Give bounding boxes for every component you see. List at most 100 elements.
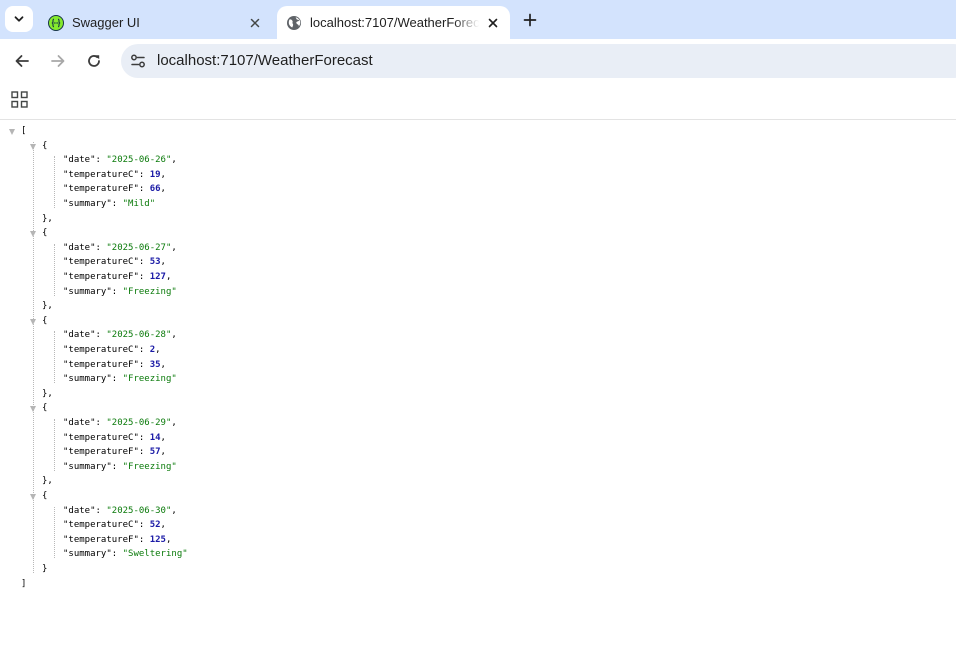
json-property: "temperatureC": 19, (63, 168, 166, 182)
swagger-icon (48, 14, 64, 31)
tab-title: Swagger UI (72, 15, 140, 30)
json-viewer: [{"date": "2025-06-26", "temperatureC": 1… (0, 120, 956, 672)
comma: , (171, 330, 177, 341)
json-object-close: }, (42, 212, 53, 226)
comma: , (160, 447, 166, 458)
comma: , (160, 257, 166, 268)
reload-button[interactable] (81, 48, 107, 74)
quote: " (171, 374, 177, 385)
json-property: "date": "2025-06-28", (63, 328, 177, 342)
json-number-value: 19 (149, 169, 161, 180)
json-string-value: 2025-06-26 (111, 155, 166, 166)
json-key: "summary" (63, 286, 112, 297)
close-icon (250, 18, 260, 27)
quote: " (182, 549, 188, 560)
colon: : (95, 505, 107, 516)
json-property: "date": "2025-06-29", (63, 416, 177, 430)
json-number-value: 53 (149, 257, 161, 268)
json-key: "date" (63, 505, 96, 516)
back-icon (15, 55, 29, 67)
json-property: "date": "2025-06-30", (63, 504, 177, 518)
comma: , (160, 184, 166, 195)
comma: , (171, 155, 177, 166)
comma: , (171, 418, 177, 428)
json-property: "summary": "Mild" (63, 197, 155, 211)
reload-icon (88, 55, 100, 67)
comma: , (165, 534, 172, 545)
grid-icon[interactable] (11, 91, 28, 108)
url-text[interactable]: localhost:7107/WeatherForecast (157, 52, 373, 69)
json-string-value: 2025-06-30 (111, 505, 166, 516)
json-string-value: Sweltering (128, 549, 183, 560)
json-key: "temperatureF" (63, 272, 139, 282)
json-object-close: }, (42, 299, 53, 313)
tab-swagger-ui[interactable]: Swagger UI (38, 6, 272, 39)
comma: , (160, 169, 166, 180)
json-string-value: Freezing (128, 461, 172, 472)
tab-weather-forecast[interactable]: localhost:7107/WeatherForecast (277, 6, 510, 39)
tab-search-button[interactable] (5, 6, 33, 32)
json-key: "summary" (63, 374, 112, 385)
json-key: "date" (63, 155, 96, 166)
json-property: "temperatureF": 125, (63, 533, 171, 547)
json-object-close: } (42, 562, 47, 576)
chevron-down-icon (14, 16, 24, 22)
json-key: "summary" (63, 199, 112, 209)
comma: , (171, 242, 177, 253)
json-key: "temperatureF" (63, 534, 139, 545)
json-string-value: Freezing (128, 374, 172, 385)
forward-button[interactable] (45, 48, 71, 74)
colon: : (111, 199, 123, 209)
colon: : (138, 447, 150, 458)
json-key: "temperatureC" (63, 345, 139, 355)
colon: : (111, 461, 123, 472)
json-property: "temperatureF": 35, (63, 358, 166, 372)
browser-toolbar: localhost:7107/WeatherForecast (0, 39, 956, 83)
colon: : (138, 534, 150, 545)
colon: : (95, 242, 107, 253)
quote: " (171, 286, 177, 297)
json-number-value: 52 (149, 520, 161, 531)
address-bar[interactable]: localhost:7107/WeatherForecast (121, 44, 956, 78)
colon: : (138, 184, 150, 195)
json-key: "temperatureC" (63, 169, 139, 180)
json-key: "summary" (63, 461, 112, 472)
plus-icon (523, 13, 537, 27)
colon: : (111, 374, 123, 385)
quote: " (171, 461, 177, 472)
colon: : (138, 272, 150, 282)
json-number-value: 125 (149, 534, 166, 545)
indent-guide (54, 331, 55, 384)
collapse-toggle-root[interactable] (9, 129, 15, 135)
json-property: "temperatureC": 53, (63, 255, 166, 269)
json-property: "summary": "Freezing" (63, 372, 177, 386)
tab-close-button[interactable] (245, 13, 265, 33)
json-string-value: 2025-06-29 (111, 418, 166, 428)
json-string-value: Freezing (128, 286, 172, 297)
json-property: "summary": "Sweltering" (63, 547, 188, 561)
new-tab-button[interactable] (518, 8, 542, 32)
indent-guide (33, 141, 34, 573)
json-property: "temperatureF": 57, (63, 445, 166, 459)
json-object-open: { (42, 226, 47, 240)
tab-close-button[interactable] (483, 13, 503, 33)
colon: : (138, 257, 150, 268)
brace: }, (42, 301, 53, 312)
json-key: "temperatureC" (63, 257, 139, 268)
indent-guide (54, 419, 55, 471)
json-key: "date" (63, 418, 96, 428)
brace: { (42, 228, 48, 239)
comma: , (165, 272, 172, 282)
json-key: "date" (63, 330, 96, 341)
colon: : (138, 169, 150, 180)
colon: : (111, 549, 123, 560)
json-property: "summary": "Freezing" (63, 285, 177, 299)
back-button[interactable] (9, 48, 35, 74)
colon: : (138, 520, 150, 531)
tune-icon[interactable] (129, 52, 147, 70)
indent-guide (54, 506, 55, 559)
json-object-close: }, (42, 387, 53, 401)
comma: , (160, 520, 166, 531)
indent-guide (54, 243, 55, 296)
tab-title: localhost:7107/WeatherForecast (310, 15, 479, 30)
